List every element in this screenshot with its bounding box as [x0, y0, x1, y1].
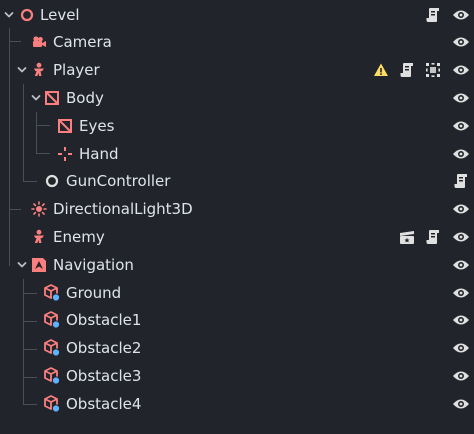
- tree-node-row[interactable]: Hand: [0, 140, 474, 168]
- eye-icon[interactable]: [452, 117, 470, 135]
- node-circle-icon: [43, 172, 61, 190]
- mesh-instance-icon: [43, 367, 61, 385]
- tree-node-row[interactable]: Obstacle3: [0, 362, 474, 390]
- chevron-down-icon[interactable]: [30, 92, 42, 104]
- tree-node-row[interactable]: Obstacle2: [0, 334, 474, 362]
- tree-node-row[interactable]: Player: [0, 56, 474, 84]
- tree-node-label: Level: [40, 5, 80, 24]
- tree-node-label: Obstacle1: [66, 311, 142, 330]
- sun-light-icon: [30, 200, 48, 218]
- tree-node-row[interactable]: Eyes: [0, 112, 474, 140]
- chevron-down-icon[interactable]: [16, 259, 28, 271]
- warning-icon[interactable]: [372, 61, 390, 79]
- eye-icon[interactable]: [452, 256, 470, 274]
- scene-instance-icon[interactable]: [398, 228, 416, 246]
- chevron-down-icon[interactable]: [16, 64, 28, 76]
- tree-node-row[interactable]: Body: [0, 84, 474, 112]
- node3d-box-icon: [43, 89, 61, 107]
- mesh-instance-icon: [43, 283, 61, 302]
- group-icon[interactable]: [424, 61, 442, 79]
- scene-tree: Level Camera Player Body Eyes Hand GunControll…: [0, 0, 474, 434]
- tree-node-label: Camera: [53, 33, 112, 52]
- script-icon[interactable]: [424, 6, 442, 24]
- eye-icon[interactable]: [452, 284, 470, 302]
- tree-node-label: Hand: [79, 144, 119, 163]
- character-body-icon: [30, 61, 48, 79]
- script-icon[interactable]: [424, 228, 442, 246]
- tree-node-label: Obstacle2: [66, 339, 142, 358]
- node-circle-icon: [18, 6, 36, 24]
- script-icon[interactable]: [452, 172, 470, 190]
- tree-node-row[interactable]: Navigation: [0, 251, 474, 279]
- node3d-box-icon: [56, 117, 74, 135]
- tree-node-row[interactable]: Enemy: [0, 223, 474, 251]
- tree-node-label: Player: [53, 61, 100, 80]
- tree-node-label: GunController: [66, 172, 171, 191]
- tree-node-label: Obstacle4: [66, 394, 142, 413]
- eye-icon[interactable]: [452, 228, 470, 246]
- mesh-instance-icon: [43, 311, 61, 330]
- tree-node-row[interactable]: Obstacle1: [0, 307, 474, 335]
- chevron-down-icon[interactable]: [3, 9, 15, 21]
- character-body-icon: [30, 228, 48, 246]
- eye-icon[interactable]: [452, 61, 470, 79]
- mesh-instance-icon: [43, 394, 61, 413]
- tree-node-label: Ground: [66, 283, 122, 302]
- tree-node-row[interactable]: GunController: [0, 168, 474, 196]
- tree-node-row[interactable]: Ground: [0, 279, 474, 307]
- eye-icon[interactable]: [452, 311, 470, 329]
- navigation-region-icon: [30, 256, 48, 274]
- script-icon[interactable]: [398, 61, 416, 79]
- marker3d-icon: [56, 145, 74, 163]
- eye-icon[interactable]: [452, 395, 470, 413]
- camera-icon: [30, 33, 48, 51]
- tree-node-label: Navigation: [53, 255, 134, 274]
- eye-icon[interactable]: [452, 339, 470, 357]
- eye-icon[interactable]: [452, 145, 470, 163]
- mesh-instance-icon: [43, 339, 61, 357]
- eye-icon[interactable]: [452, 367, 470, 385]
- tree-node-row[interactable]: Camera: [0, 29, 474, 57]
- tree-node-label: Obstacle3: [66, 367, 142, 386]
- tree-node-label: DirectionalLight3D: [53, 200, 193, 219]
- tree-node-row[interactable]: Level: [0, 1, 474, 29]
- tree-node-row[interactable]: Obstacle4: [0, 390, 474, 418]
- eye-icon[interactable]: [452, 89, 470, 107]
- tree-node-row[interactable]: DirectionalLight3D: [0, 195, 474, 223]
- tree-node-label: Enemy: [53, 228, 105, 247]
- tree-node-label: Body: [66, 89, 104, 108]
- tree-node-label: Eyes: [79, 116, 115, 135]
- eye-icon[interactable]: [452, 200, 470, 218]
- eye-icon[interactable]: [452, 6, 470, 24]
- eye-icon[interactable]: [452, 33, 470, 51]
